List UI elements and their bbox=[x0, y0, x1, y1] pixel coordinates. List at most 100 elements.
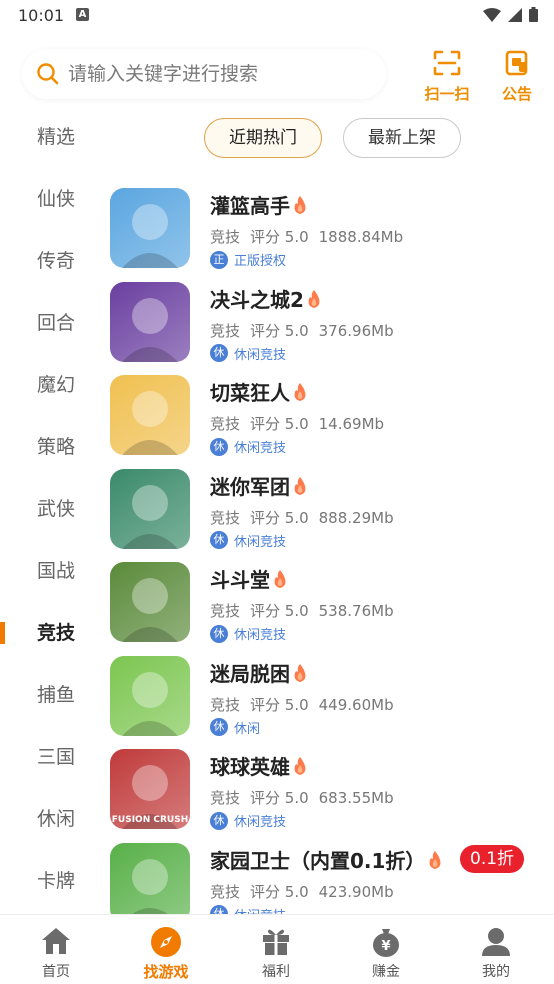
tag-badge: 休 bbox=[210, 344, 228, 362]
game-row[interactable]: 迷你军团 竞技 评分 5.0 888.29Mb 休休闲竞技 bbox=[110, 468, 550, 559]
game-tag: 休休闲竞技 bbox=[210, 624, 286, 643]
sidebar-item-卡牌[interactable]: 卡牌 bbox=[0, 858, 100, 898]
nav-label: 赚金 bbox=[372, 964, 400, 980]
game-tag: 休休闲竞技 bbox=[210, 344, 286, 363]
game-row[interactable]: 切菜狂人竞技 评分 5.0 14.69Mb 休休闲竞技 bbox=[110, 375, 550, 465]
wifi-icon bbox=[483, 7, 501, 22]
sidebar-item-label: 武侠 bbox=[37, 498, 76, 520]
tag-badge: 休 bbox=[210, 437, 228, 456]
sidebar-item-label: 国战 bbox=[37, 560, 76, 582]
game-rating: 评分 5.0 bbox=[250, 789, 309, 807]
game-meta: 竞技 评分 5.0 449.60Mb bbox=[210, 694, 404, 715]
game-rating: 评分 5.0 bbox=[250, 602, 309, 620]
nav-label: 我的 bbox=[482, 964, 510, 980]
game-row[interactable]: 斗斗堂竞技 评分 5.0 538.76Mb 休休闲竞技 bbox=[110, 562, 550, 652]
fire-icon bbox=[292, 476, 308, 501]
nav-home[interactable]: 首页 bbox=[6, 915, 106, 984]
status-bar: 10:01 A bbox=[0, 0, 554, 32]
game-name: 切菜狂人 bbox=[210, 377, 308, 407]
sidebar-item-label: 魔幻 bbox=[37, 374, 76, 396]
game-size: 538.76Mb bbox=[318, 602, 394, 620]
sidebar-item-传奇[interactable]: 传奇 bbox=[0, 238, 100, 278]
game-rating: 评分 5.0 bbox=[250, 695, 309, 714]
notice-button[interactable]: 公告 bbox=[492, 50, 542, 104]
sidebar-item-label: 休闲 bbox=[37, 808, 76, 830]
game-name: 家园卫士（内置0.1折） bbox=[210, 845, 443, 875]
game-category: 竞技 bbox=[210, 602, 241, 620]
game-size: 376.96Mb bbox=[318, 321, 394, 340]
sidebar-item-label: 三国 bbox=[37, 746, 76, 768]
game-meta: 竞技 评分 5.0 14.69Mb bbox=[210, 413, 394, 434]
game-row[interactable]: 迷局脱困 竞技 评分 5.0 449.60Mb 休休闲 bbox=[110, 655, 550, 746]
nav-mine[interactable]: 我的 bbox=[446, 915, 546, 984]
game-name-text: 切菜狂人 bbox=[210, 381, 290, 405]
sidebar-item-label: 卡牌 bbox=[37, 870, 76, 892]
search-input[interactable] bbox=[68, 59, 368, 89]
svg-text:¥: ¥ bbox=[381, 939, 390, 954]
game-row[interactable]: 决斗之城2 竞技 评分 5.0 376.96Mb 休休闲竞技 bbox=[110, 281, 550, 372]
active-indicator bbox=[0, 622, 5, 644]
game-size: 888.29Mb bbox=[318, 508, 394, 527]
game-rating: 评分 5.0 bbox=[250, 415, 309, 433]
game-row[interactable]: 灌篮高手竞技 评分 5.0 1888.84Mb 正正版授权 bbox=[110, 188, 550, 278]
gift-icon bbox=[263, 929, 289, 955]
sidebar-item-仙侠[interactable]: 仙侠 bbox=[0, 176, 100, 216]
sidebar-item-捕鱼[interactable]: 捕鱼 bbox=[0, 672, 100, 712]
discount-badge: 0.1折 bbox=[460, 844, 525, 873]
game-tag: 正正版授权 bbox=[210, 250, 286, 269]
game-rating: 评分 5.0 bbox=[250, 508, 309, 527]
game-meta: 竞技 评分 5.0 1888.84Mb bbox=[210, 226, 413, 247]
notice-icon bbox=[505, 50, 528, 76]
game-name: 灌篮高手 bbox=[210, 190, 308, 220]
game-row[interactable]: FUSION CRUSH 球球英雄 竞技 评分 5.0 683.55Mb 休休闲竞技 bbox=[110, 749, 550, 839]
fire-icon bbox=[292, 663, 308, 688]
scan-button[interactable]: 扫一扫 bbox=[422, 50, 472, 104]
sidebar-item-武侠[interactable]: 武侠 bbox=[0, 486, 100, 526]
soldier-icon bbox=[110, 562, 190, 642]
game-name-text: 决斗之城2 bbox=[210, 287, 304, 312]
nav-earn[interactable]: ¥ 赚金 bbox=[336, 915, 436, 984]
fire-icon bbox=[272, 569, 288, 594]
game-rating: 评分 5.0 bbox=[250, 228, 309, 246]
nav-label: 福利 bbox=[262, 964, 290, 980]
sidebar-item-label: 策略 bbox=[37, 436, 76, 458]
search-icon bbox=[37, 63, 59, 85]
filter-hot-button[interactable]: 近期热门 bbox=[204, 118, 322, 158]
sidebar-item-竞技[interactable]: 竞技 bbox=[0, 610, 100, 650]
tag-text: 休闲竞技 bbox=[234, 534, 287, 550]
scan-label: 扫一扫 bbox=[424, 85, 470, 103]
filter-new-button[interactable]: 最新上架 bbox=[343, 118, 461, 158]
icon-caption: FUSION CRUSH bbox=[111, 815, 189, 825]
sidebar-item-休闲[interactable]: 休闲 bbox=[0, 796, 100, 836]
sidebar-item-魔幻[interactable]: 魔幻 bbox=[0, 362, 100, 402]
tag-text: 休闲竞技 bbox=[234, 441, 287, 456]
tag-badge: 正 bbox=[210, 250, 228, 269]
search-box[interactable] bbox=[22, 49, 386, 99]
tag-badge: 休 bbox=[210, 531, 228, 549]
sidebar-item-label: 传奇 bbox=[37, 250, 76, 272]
game-meta: 竞技 评分 5.0 423.90Mb bbox=[210, 881, 404, 902]
fire-icon bbox=[292, 195, 308, 220]
fire-icon bbox=[306, 289, 322, 314]
fire-icon bbox=[292, 756, 308, 781]
game-tag: 休休闲竞技 bbox=[210, 811, 286, 830]
sidebar-item-三国[interactable]: 三国 bbox=[0, 734, 100, 774]
game-tag: 休休闲竞技 bbox=[210, 437, 286, 456]
game-category: 竞技 bbox=[210, 508, 241, 527]
nav-find-game[interactable]: 找游戏 bbox=[116, 915, 216, 984]
game-size: 449.60Mb bbox=[318, 695, 394, 714]
game-tag: 休休闲 bbox=[210, 718, 260, 737]
tag-badge: 休 bbox=[210, 811, 228, 830]
bow-icon bbox=[110, 655, 190, 736]
game-meta: 竞技 评分 5.0 376.96Mb bbox=[210, 320, 404, 341]
nav-welfare[interactable]: 福利 bbox=[226, 915, 326, 984]
game-name: 斗斗堂 bbox=[210, 564, 288, 594]
sidebar-item-国战[interactable]: 国战 bbox=[0, 548, 100, 588]
status-time: 10:01 bbox=[18, 6, 65, 25]
status-indicators bbox=[483, 7, 538, 22]
sidebar-item-回合[interactable]: 回合 bbox=[0, 300, 100, 340]
game-name: 球球英雄 bbox=[210, 751, 308, 781]
sidebar-item-精选[interactable]: 精选 bbox=[0, 114, 100, 154]
sidebar-item-策略[interactable]: 策略 bbox=[0, 424, 100, 464]
home-icon bbox=[42, 928, 70, 954]
